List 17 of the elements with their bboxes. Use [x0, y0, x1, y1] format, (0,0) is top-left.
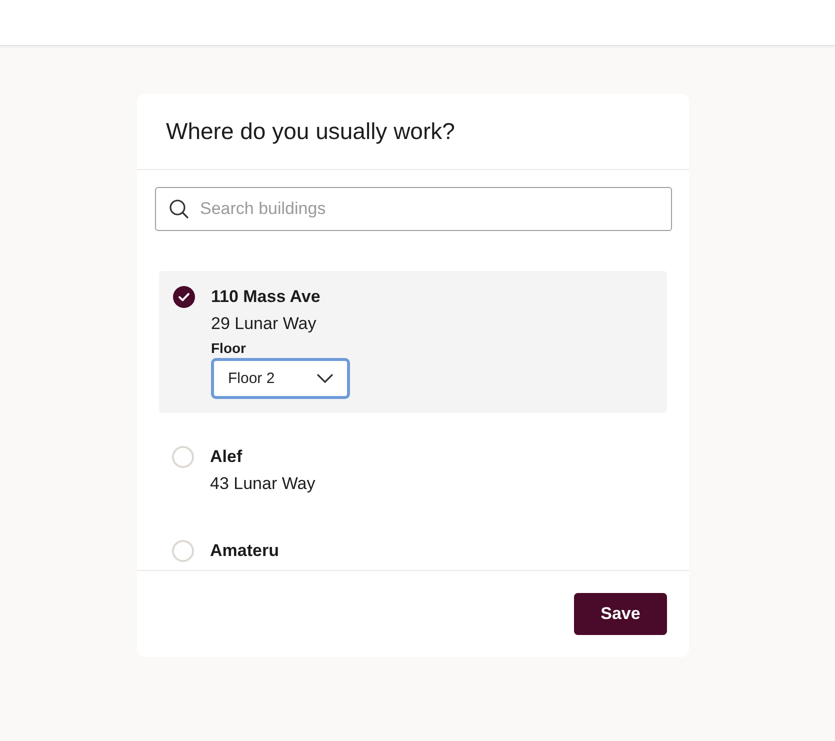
checked-radio-icon: [173, 286, 195, 308]
building-option[interactable]: Amateru: [159, 525, 667, 570]
floor-label: Floor: [211, 340, 247, 356]
floor-dropdown[interactable]: Floor 2: [211, 358, 350, 399]
building-address: 43 Lunar Way: [210, 473, 316, 495]
dialog-title: Where do you usually work?: [166, 118, 455, 145]
radio-icon: [172, 540, 194, 562]
radio-icon: [172, 446, 194, 468]
search-field[interactable]: Search buildings: [155, 187, 672, 231]
building-name: Amateru: [210, 540, 279, 562]
chevron-down-icon: [317, 374, 333, 383]
building-name: Alef: [210, 446, 244, 468]
building-option[interactable]: Alef 43 Lunar Way: [159, 431, 667, 509]
building-option-selected[interactable]: 110 Mass Ave 29 Lunar Way Floor Floor 2: [159, 271, 667, 413]
building-address: 29 Lunar Way: [211, 313, 318, 335]
save-button[interactable]: Save: [574, 593, 667, 635]
building-name: 110 Mass Ave: [211, 286, 322, 308]
